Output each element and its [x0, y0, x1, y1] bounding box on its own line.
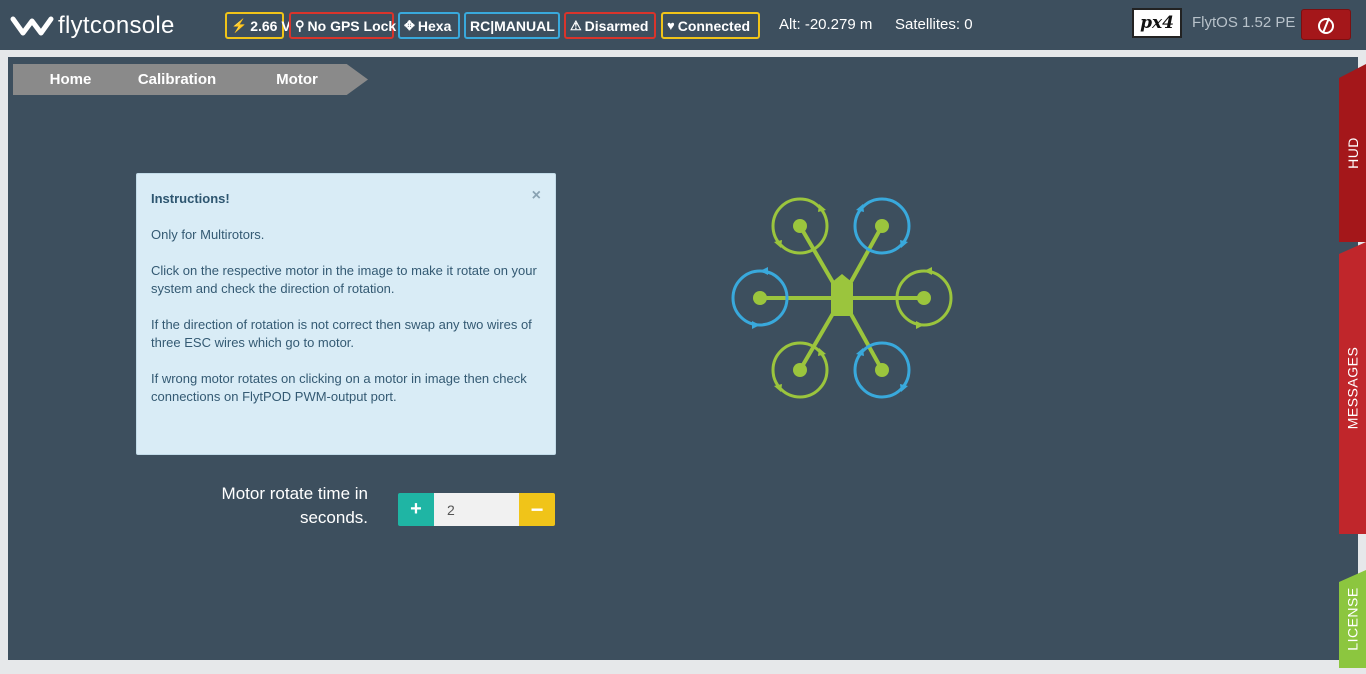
- motor-rotate-label: Motor rotate time in seconds.: [221, 484, 368, 527]
- power-button[interactable]: [1301, 9, 1351, 40]
- motor-top-right[interactable]: [853, 197, 911, 255]
- instruction-text: Only for Multirotors.: [151, 227, 265, 242]
- tab-hud-label: HUD: [1344, 137, 1361, 169]
- arm-status: Disarmed: [584, 17, 649, 34]
- map-marker-icon: ⚲: [295, 17, 305, 33]
- warning-icon: ⚠: [570, 17, 582, 33]
- instructions-body: Only for Multirotors. Click on the respe…: [151, 226, 546, 424]
- gps-status: No GPS Lock: [307, 17, 397, 34]
- tab-messages-label: MESSAGES: [1344, 346, 1361, 430]
- breadcrumb-motor[interactable]: Motor: [226, 64, 368, 95]
- frame-type: Hexa: [417, 17, 452, 34]
- motor-rotate-input[interactable]: [434, 493, 519, 526]
- altitude-readout: Alt: -20.279 m: [779, 16, 873, 33]
- top-bar: flytconsole ⚡ 2.66 V ⚲ No GPS Lock ✥ Hex…: [0, 0, 1366, 50]
- instruction-text: If the direction of rotation is not corr…: [151, 317, 532, 350]
- flight-mode: RC|MANUAL: [470, 17, 555, 34]
- mode-badge: RC|MANUAL: [464, 12, 560, 39]
- arm-badge: ⚠ Disarmed: [564, 12, 656, 39]
- breadcrumb-calibration[interactable]: Calibration: [106, 64, 246, 95]
- flyt-wave-icon: [10, 16, 54, 36]
- app-logo[interactable]: flytconsole: [10, 11, 175, 41]
- voltage-badge: ⚡ 2.66 V: [225, 12, 291, 39]
- logo-text: flytconsole: [58, 12, 175, 39]
- close-icon[interactable]: ×: [532, 187, 541, 205]
- instructions-panel: Instructions! × Only for Multirotors. Cl…: [136, 173, 556, 455]
- instruction-text: Click on the respective motor in the ima…: [151, 263, 537, 296]
- satellites-readout: Satellites: 0: [895, 16, 973, 33]
- gps-badge: ⚲ No GPS Lock: [289, 12, 397, 39]
- instruction-text: If wrong motor rotates on clicking on a …: [151, 371, 527, 404]
- increment-button[interactable]: +: [398, 493, 434, 526]
- hexacopter-diagram: [731, 197, 953, 399]
- motor-bottom-right[interactable]: [853, 341, 911, 399]
- tab-hud[interactable]: HUD: [1339, 64, 1366, 242]
- px4-logo: px4: [1132, 8, 1182, 38]
- motor-rotate-stepper: + −: [398, 493, 555, 526]
- connection-status: Connected: [677, 17, 751, 34]
- motor-bottom-left[interactable]: [771, 341, 829, 399]
- bolt-icon: ⚡: [231, 17, 248, 33]
- arrows-icon: ✥: [404, 17, 415, 33]
- motor-top-left[interactable]: [771, 197, 829, 255]
- voltage-value: 2.66 V: [250, 17, 291, 34]
- tab-messages[interactable]: MESSAGES: [1339, 242, 1366, 534]
- instructions-title: Instructions!: [151, 191, 230, 206]
- power-icon: [1318, 17, 1334, 34]
- tab-license[interactable]: LICENSE: [1339, 570, 1366, 668]
- heart-icon: ♥: [667, 18, 675, 33]
- decrement-button[interactable]: −: [519, 493, 555, 526]
- connection-badge: ♥ Connected: [661, 12, 760, 39]
- frame-badge: ✥ Hexa: [398, 12, 460, 39]
- version-label: FlytOS 1.52 PE: [1192, 14, 1296, 31]
- tab-license-label: LICENSE: [1344, 587, 1361, 651]
